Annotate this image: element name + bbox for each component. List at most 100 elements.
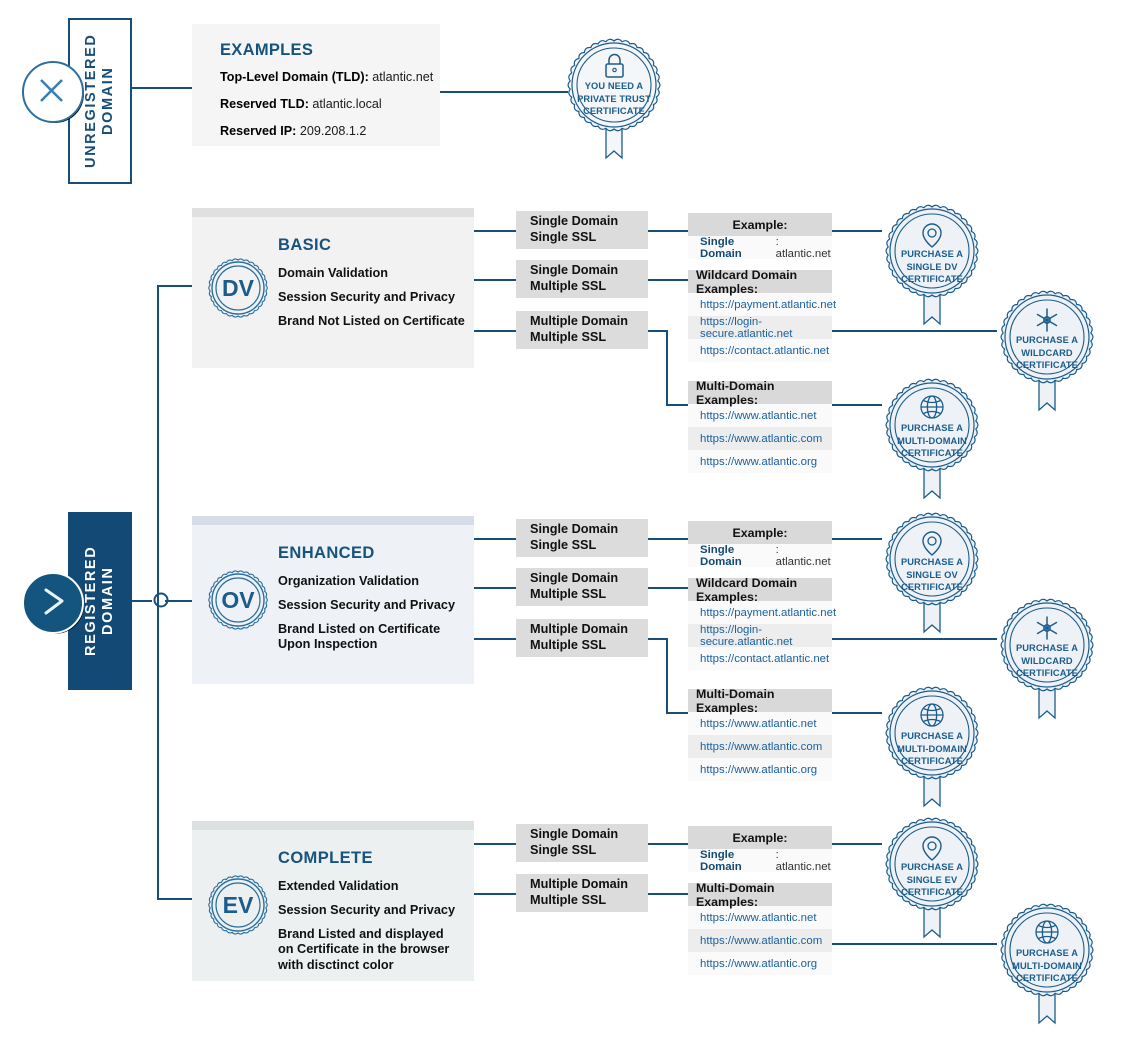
badge-purchase-multi-domain-ov[interactable]: PURCHASE A MULTI-DOMAIN CERTIFICATE xyxy=(880,678,984,812)
badge-purchase-multi-domain-dv[interactable]: PURCHASE A MULTI-DOMAIN CERTIFICATE xyxy=(880,370,984,504)
example-table-row: https://www.atlantic.net xyxy=(688,906,832,929)
connector-dv-to-ssl-1 xyxy=(474,230,516,232)
examples-row: Top-Level Domain (TLD): atlantic.net xyxy=(220,70,433,85)
example-table-wildcard: Wildcard Domain Examples: https://paymen… xyxy=(688,268,836,362)
ssl-type-box: Multiple Domain Multiple SSL xyxy=(516,311,648,349)
badge-private-trust[interactable]: YOU NEED A PRIVATE TRUST CERTIFICATE xyxy=(562,30,666,164)
connector-unreg-to-examples xyxy=(132,87,192,89)
example-table-header: Example: xyxy=(688,521,832,544)
connector-ssl1-to-example xyxy=(648,843,688,845)
card-feature: Brand Listed on Certificate Upon Inspect… xyxy=(278,622,441,652)
badge-label: PURCHASE A MULTI-DOMAIN CERTIFICATE xyxy=(897,731,967,767)
example-table-multi: Multi-Domain Examples: https://www.atlan… xyxy=(688,881,832,975)
seal-label: OV xyxy=(221,586,255,613)
example-table-single: Example: Single Domain: atlantic.net xyxy=(688,213,832,260)
connector-ssl1-to-example xyxy=(648,230,688,232)
seal-label: EV xyxy=(222,891,254,918)
card-title: COMPLETE xyxy=(278,849,373,867)
badge-private-trust-label: YOU NEED A PRIVATE TRUST CERTIFICATE xyxy=(577,81,651,117)
badge-purchase-single-dv[interactable]: PURCHASE A SINGLE DV CERTIFICATE xyxy=(880,196,984,330)
seal-ov: OV xyxy=(206,568,270,632)
ssl-type-label: Single Domain Single SSL xyxy=(530,214,619,244)
connector-trunk-to-dv xyxy=(157,285,193,287)
connector-ssl3-to-multi xyxy=(666,712,688,714)
card-title: ENHANCED xyxy=(278,544,375,562)
connector-example-to-single-ev-badge xyxy=(832,843,882,845)
examples-row-label: Top-Level Domain (TLD): xyxy=(220,70,369,84)
examples-row-label: Reserved IP: xyxy=(220,124,297,138)
example-table-header: Multi-Domain Examples: xyxy=(688,687,832,715)
card-top-strip xyxy=(192,821,474,830)
card-enhanced-ov: ENHANCED Organization Validation Session… xyxy=(192,516,474,684)
connector-ssl3-branch xyxy=(648,638,668,640)
connector-ev-to-ssl-2 xyxy=(474,893,516,895)
examples-row-value: 209.208.1.2 xyxy=(299,124,367,138)
example-table-header: Multi-Domain Examples: xyxy=(688,881,832,909)
examples-row-value: atlantic.net xyxy=(372,70,434,84)
card-feature: Domain Validation xyxy=(278,266,388,280)
connector-trunk-vertical xyxy=(157,285,159,900)
connector-ssl2-to-wildcard xyxy=(648,587,688,589)
connector-wildcard-to-badge xyxy=(832,638,997,640)
badge-label: PURCHASE A MULTI-DOMAIN CERTIFICATE xyxy=(897,423,967,459)
ssl-type-box: Multiple Domain Multiple SSL xyxy=(516,874,648,912)
connector-multi-to-badge xyxy=(832,404,882,406)
chevron-right-icon xyxy=(22,572,88,638)
ssl-type-box: Single Domain Multiple SSL xyxy=(516,260,648,298)
example-table-row: Single Domain: atlantic.net xyxy=(688,236,832,260)
badge-label: PURCHASE A MULTI-DOMAIN CERTIFICATE xyxy=(1012,948,1082,984)
example-table-header: Wildcard Domain Examples: xyxy=(688,268,832,296)
connector-example-to-single-ov-badge xyxy=(832,538,882,540)
connector-ssl3-branch xyxy=(648,330,668,332)
example-table-row: https://www.atlantic.org xyxy=(688,952,832,975)
flowchart-canvas: UNREGISTERED DOMAIN EXAMPLES Top-Level D… xyxy=(0,0,1126,1040)
ssl-type-label: Single Domain Multiple SSL xyxy=(530,263,619,293)
ssl-type-label: Single Domain Single SSL xyxy=(530,522,619,552)
connector-examples-to-private-trust xyxy=(440,91,568,93)
badge-purchase-wildcard-dv[interactable]: PURCHASE A WILDCARD CERTIFICATE xyxy=(995,282,1099,416)
example-table-wildcard: Wildcard Domain Examples: https://paymen… xyxy=(688,576,836,670)
connector-ssl1-to-example xyxy=(648,538,688,540)
examples-row-value: atlantic.local xyxy=(312,97,382,111)
examples-row-label: Reserved TLD: xyxy=(220,97,309,111)
badge-label: PURCHASE A WILDCARD CERTIFICATE xyxy=(1015,335,1079,371)
example-table-row: https://www.atlantic.org xyxy=(688,450,832,473)
example-table-single: Example: Single Domain: atlantic.net xyxy=(688,521,832,568)
example-table-row: https://payment.atlantic.net xyxy=(688,601,836,624)
card-basic-dv: BASIC Domain Validation Session Security… xyxy=(192,208,474,368)
badge-purchase-multi-domain-ev[interactable]: PURCHASE A MULTI-DOMAIN CERTIFICATE xyxy=(995,895,1099,1029)
example-table-row: https://www.atlantic.org xyxy=(688,758,832,781)
badge-label: PURCHASE A SINGLE DV CERTIFICATE xyxy=(900,249,964,285)
card-top-strip xyxy=(192,208,474,217)
ssl-type-box: Single Domain Single SSL xyxy=(516,519,648,557)
connector-trunk-to-ev xyxy=(157,898,193,900)
example-table-row: https://www.atlantic.com xyxy=(688,929,832,952)
close-x-icon xyxy=(22,61,88,127)
card-title: BASIC xyxy=(278,236,332,254)
connector-ssl3-to-multi xyxy=(666,404,688,406)
connector-multi-to-badge xyxy=(832,712,882,714)
card-feature: Session Security and Privacy xyxy=(278,598,456,612)
example-table-row: https://contact.atlantic.net xyxy=(688,647,832,670)
connector-registered-stub xyxy=(132,600,152,602)
examples-row: Reserved TLD: atlantic.local xyxy=(220,97,382,112)
connector-ssl2-to-wildcard xyxy=(648,279,688,281)
badge-label: PURCHASE A WILDCARD CERTIFICATE xyxy=(1015,643,1079,679)
connector-ov-to-ssl-3 xyxy=(474,638,516,640)
example-table-single: Example: Single Domain: atlantic.net xyxy=(688,826,832,873)
badge-purchase-single-ov[interactable]: PURCHASE A SINGLE OV CERTIFICATE xyxy=(880,504,984,638)
example-table-header: Example: xyxy=(688,213,832,236)
badge-purchase-wildcard-ov[interactable]: PURCHASE A WILDCARD CERTIFICATE xyxy=(995,590,1099,724)
connector-ov-to-ssl-1 xyxy=(474,538,516,540)
ssl-type-label: Single Domain Single SSL xyxy=(530,827,619,857)
card-feature: Brand Listed and displayed on Certificat… xyxy=(278,927,450,972)
ssl-type-label: Single Domain Multiple SSL xyxy=(530,571,619,601)
connector-dv-to-ssl-2 xyxy=(474,279,516,281)
card-feature: Extended Validation xyxy=(278,879,399,893)
card-complete-ev: COMPLETE Extended Validation Session Sec… xyxy=(192,821,474,981)
card-top-strip xyxy=(192,516,474,525)
example-table-row: https://www.atlantic.net xyxy=(688,404,832,427)
rail-unregistered-label: UNREGISTERED DOMAIN xyxy=(82,33,116,169)
badge-purchase-single-ev[interactable]: PURCHASE A SINGLE EV CERTIFICATE xyxy=(880,809,984,943)
connector-ov-to-ssl-2 xyxy=(474,587,516,589)
